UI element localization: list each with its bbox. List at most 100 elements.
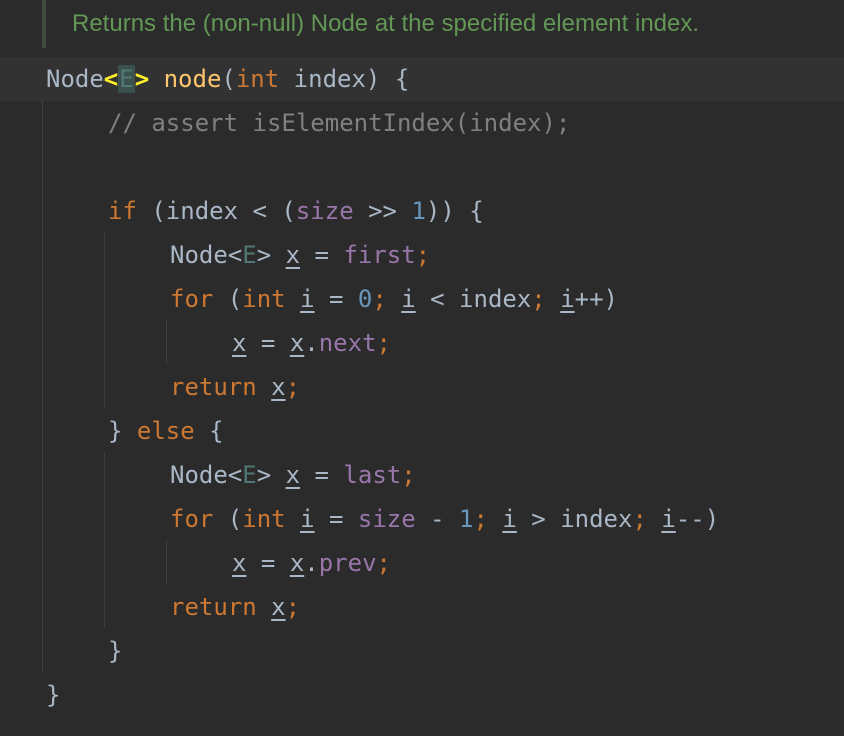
type-name: Node<	[170, 461, 243, 489]
condition: > index	[516, 505, 633, 533]
semicolon: ;	[401, 461, 416, 489]
paren: (	[221, 65, 236, 93]
semicolon: ;	[372, 285, 387, 313]
variable-x: x	[271, 593, 286, 621]
expression: (index < (	[136, 197, 296, 225]
closing-brace: }	[108, 637, 123, 665]
code-line-if[interactable]: if (index < (size >> 1)) {	[108, 189, 484, 233]
bracket-match: <	[103, 65, 119, 93]
semicolon: ;	[473, 505, 488, 533]
variable-i: i	[401, 285, 416, 313]
assign: =	[300, 241, 344, 269]
assign: =	[246, 329, 290, 357]
code-line-method-signature[interactable]: Node<E> node(int index) {	[46, 57, 409, 101]
indent-guide	[104, 232, 105, 408]
indent-guide	[166, 540, 167, 584]
increment: ++)	[574, 285, 619, 313]
code-line-comment[interactable]: // assert isElementIndex(index);	[108, 101, 570, 145]
keyword-int: int	[235, 65, 280, 93]
field-prev: prev	[318, 549, 377, 577]
type-close: >	[256, 241, 286, 269]
keyword-int: int	[242, 505, 286, 533]
semicolon: ;	[531, 285, 546, 313]
field-last: last	[343, 461, 402, 489]
operator: >>	[353, 197, 412, 225]
paren: (	[213, 285, 243, 313]
variable-x: x	[285, 461, 301, 489]
rendered-doc-comment: Returns the (non-null) Node at the speci…	[0, 0, 844, 56]
indent-guide	[166, 320, 167, 364]
variable-i: i	[661, 505, 676, 533]
paren-brace: )) {	[425, 197, 484, 225]
variable-i: i	[560, 285, 575, 313]
variable-x: x	[289, 329, 305, 357]
variable-x: x	[232, 549, 247, 577]
assign: =	[246, 549, 290, 577]
type-parameter: E	[242, 461, 257, 489]
semicolon: ;	[285, 593, 301, 621]
indent-guide	[104, 452, 105, 628]
decrement: --)	[675, 505, 720, 533]
keyword-return: return	[170, 593, 257, 621]
doc-comment-text: Returns the (non-null) Node at the speci…	[72, 10, 700, 37]
assign: =	[314, 285, 358, 313]
operator: -	[415, 505, 460, 533]
code-line-declare-last[interactable]: Node<E> x = last;	[170, 453, 416, 497]
field-size: size	[357, 505, 416, 533]
code-line-declare-first[interactable]: Node<E> x = first;	[170, 233, 430, 277]
code-line-else[interactable]: } else {	[108, 409, 224, 453]
keyword-int: int	[242, 285, 286, 313]
code-line-close-method[interactable]: }	[46, 673, 60, 717]
semicolon: ;	[376, 329, 391, 357]
assign: =	[300, 461, 344, 489]
code-line-next[interactable]: x = x.next;	[232, 321, 391, 365]
doc-comment-bar	[42, 0, 46, 48]
keyword-for: for	[170, 505, 214, 533]
code-line-for-forward[interactable]: for (int i = 0; i < index; i++)	[170, 277, 618, 321]
field-first: first	[343, 241, 416, 269]
code-line-return[interactable]: return x;	[170, 585, 300, 629]
variable-x: x	[285, 241, 301, 269]
parameter-list: index) {	[279, 65, 410, 93]
type-name: Node<	[170, 241, 243, 269]
number-literal: 0	[357, 285, 373, 313]
bracket-match: >	[134, 65, 150, 93]
assign: =	[314, 505, 358, 533]
code-line-for-backward[interactable]: for (int i = size - 1; i > index; i--)	[170, 497, 719, 541]
type-parameter: E	[118, 65, 135, 93]
variable-i: i	[502, 505, 517, 533]
variable-x: x	[289, 549, 305, 577]
dot: .	[304, 549, 319, 577]
semicolon: ;	[632, 505, 647, 533]
line-comment: // assert isElementIndex(index);	[108, 109, 571, 137]
type-parameter: E	[242, 241, 257, 269]
field-next: next	[318, 329, 377, 357]
keyword-for: for	[170, 285, 214, 313]
number-literal: 1	[411, 197, 426, 225]
semicolon: ;	[285, 373, 301, 401]
semicolon: ;	[415, 241, 431, 269]
type-name: Node	[46, 65, 104, 93]
keyword-if: if	[108, 197, 137, 225]
code-line-close-else[interactable]: }	[108, 629, 122, 673]
keyword-return: return	[170, 373, 257, 401]
code-editor[interactable]: Returns the (non-null) Node at the speci…	[0, 0, 844, 736]
number-literal: 1	[459, 505, 474, 533]
condition: < index	[415, 285, 532, 313]
closing-brace: }	[46, 681, 61, 709]
indent-guide	[42, 100, 43, 672]
dot: .	[304, 329, 319, 357]
code-line-prev[interactable]: x = x.prev;	[232, 541, 391, 585]
code-line-return[interactable]: return x;	[170, 365, 300, 409]
keyword-else: else	[136, 417, 195, 445]
semicolon: ;	[376, 549, 391, 577]
variable-x: x	[232, 329, 247, 357]
